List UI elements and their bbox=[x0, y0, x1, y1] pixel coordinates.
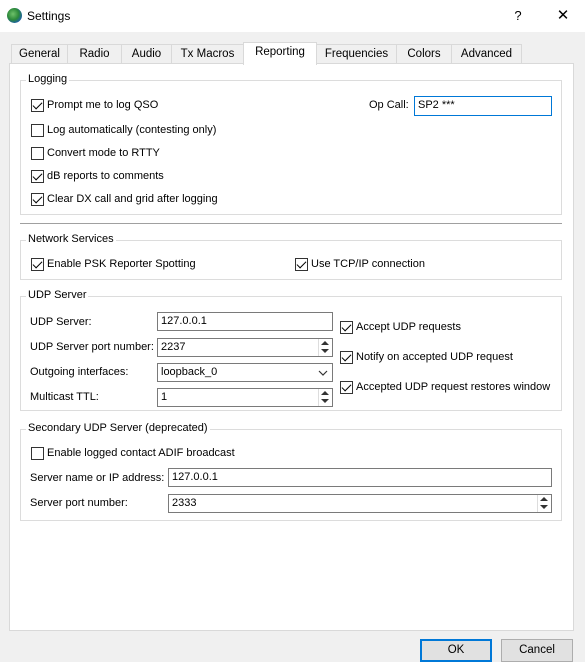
adif-broadcast-label: Enable logged contact ADIF broadcast bbox=[47, 447, 235, 459]
tab-audio[interactable]: Audio bbox=[121, 44, 172, 64]
outgoing-interfaces-label: Outgoing interfaces: bbox=[30, 366, 129, 378]
clear-dx-label: Clear DX call and grid after logging bbox=[47, 193, 218, 205]
restores-window-label: Accepted UDP request restores window bbox=[356, 381, 551, 393]
tab-frequencies[interactable]: Frequencies bbox=[316, 44, 397, 64]
outgoing-interfaces-select[interactable]: loopback_0 bbox=[157, 363, 333, 382]
ok-button[interactable]: OK bbox=[420, 639, 492, 662]
udp-port-spin-arrows[interactable] bbox=[318, 339, 332, 356]
psk-reporter-checkbox[interactable] bbox=[31, 258, 44, 271]
chevron-down-icon[interactable] bbox=[318, 368, 328, 378]
logging-group-title: Logging bbox=[26, 73, 70, 85]
secondary-port-label: Server port number: bbox=[30, 497, 128, 509]
tab-general[interactable]: General bbox=[11, 44, 68, 64]
clear-dx-checkbox[interactable] bbox=[31, 193, 44, 206]
tab-advanced[interactable]: Advanced bbox=[451, 44, 522, 64]
adif-broadcast-checkbox[interactable] bbox=[31, 447, 44, 460]
log-automatically-checkbox[interactable] bbox=[31, 124, 44, 137]
accept-udp-requests-label: Accept UDP requests bbox=[356, 321, 461, 333]
restores-window-checkbox[interactable] bbox=[340, 381, 353, 394]
convert-rtty-label: Convert mode to RTTY bbox=[47, 147, 160, 159]
op-call-label: Op Call: bbox=[369, 99, 409, 111]
secondary-port-spin-arrows[interactable] bbox=[537, 495, 551, 512]
close-button[interactable]: ✕ bbox=[548, 4, 578, 28]
tab-reporting[interactable]: Reporting bbox=[243, 42, 317, 65]
app-globe-icon bbox=[7, 8, 22, 23]
tab-tx-macros[interactable]: Tx Macros bbox=[171, 44, 244, 64]
title-bar: Settings ? ✕ bbox=[0, 0, 585, 32]
udp-server-label: UDP Server: bbox=[30, 316, 92, 328]
db-reports-checkbox[interactable] bbox=[31, 170, 44, 183]
cancel-button[interactable]: Cancel bbox=[501, 639, 573, 662]
divider bbox=[20, 223, 562, 224]
log-automatically-label: Log automatically (contesting only) bbox=[47, 124, 217, 136]
window-title: Settings bbox=[27, 9, 71, 23]
help-button[interactable]: ? bbox=[505, 4, 531, 28]
prompt-log-qso-label: Prompt me to log QSO bbox=[47, 99, 159, 111]
secondary-udp-title: Secondary UDP Server (deprecated) bbox=[26, 422, 210, 434]
prompt-log-qso-checkbox[interactable] bbox=[31, 99, 44, 112]
tab-radio[interactable]: Radio bbox=[67, 44, 122, 64]
udp-server-input[interactable]: 127.0.0.1 bbox=[157, 312, 333, 331]
network-services-title: Network Services bbox=[26, 233, 116, 245]
op-call-input[interactable]: SP2 *** bbox=[414, 96, 552, 116]
udp-port-label: UDP Server port number: bbox=[30, 341, 154, 353]
tcp-ip-checkbox[interactable] bbox=[295, 258, 308, 271]
db-reports-label: dB reports to comments bbox=[47, 170, 164, 182]
notify-accepted-label: Notify on accepted UDP request bbox=[356, 351, 513, 363]
notify-accepted-checkbox[interactable] bbox=[340, 351, 353, 364]
secondary-server-label: Server name or IP address: bbox=[30, 472, 165, 484]
secondary-server-input[interactable]: 127.0.0.1 bbox=[168, 468, 552, 487]
psk-reporter-label: Enable PSK Reporter Spotting bbox=[47, 258, 196, 270]
convert-rtty-checkbox[interactable] bbox=[31, 147, 44, 160]
secondary-port-spinbox[interactable]: 2333 bbox=[168, 494, 552, 513]
accept-udp-requests-checkbox[interactable] bbox=[340, 321, 353, 334]
multicast-ttl-spin-arrows[interactable] bbox=[318, 389, 332, 406]
udp-port-spinbox[interactable]: 2237 bbox=[157, 338, 333, 357]
multicast-ttl-spinbox[interactable]: 1 bbox=[157, 388, 333, 407]
udp-server-title: UDP Server bbox=[26, 289, 89, 301]
multicast-ttl-label: Multicast TTL: bbox=[30, 391, 99, 403]
tab-colors[interactable]: Colors bbox=[396, 44, 452, 64]
tcp-ip-label: Use TCP/IP connection bbox=[311, 258, 425, 270]
